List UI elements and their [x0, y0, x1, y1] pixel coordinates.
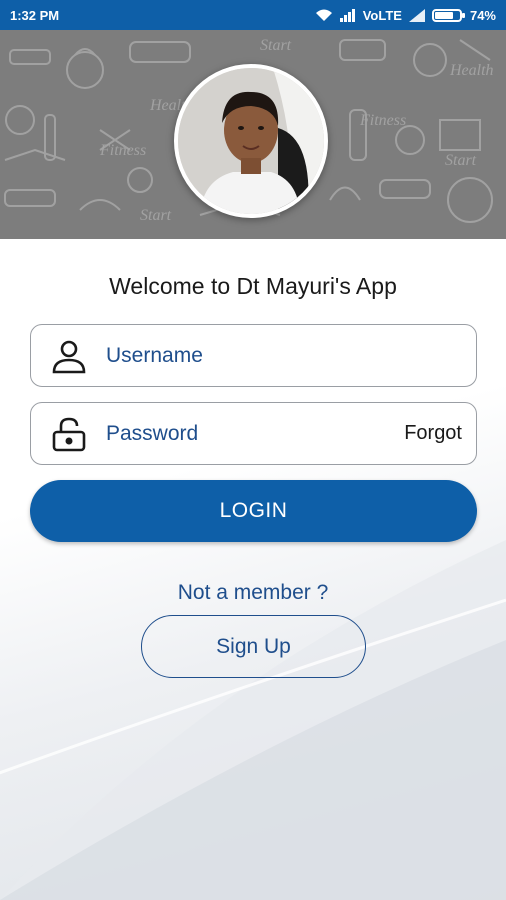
not-member-text: Not a member ? — [177, 581, 329, 604]
status-time: 1:32 PM — [10, 7, 60, 23]
password-input[interactable] — [106, 403, 405, 464]
username-input[interactable] — [106, 325, 476, 386]
svg-text:Health: Health — [449, 62, 494, 79]
sign-up-button[interactable]: Sign Up — [141, 615, 366, 678]
svg-text:Fitness: Fitness — [99, 142, 146, 159]
svg-text:Start: Start — [445, 152, 477, 169]
forgot-password-link[interactable]: Forgot — [404, 422, 476, 445]
header-banner: Fitness Start Fitness Start Health Healt… — [0, 30, 506, 239]
status-bar: 1:32 PM VoLTE 74% — [0, 0, 506, 30]
lock-icon — [31, 416, 106, 452]
background-swoosh — [0, 540, 506, 900]
password-field[interactable]: Forgot — [30, 402, 477, 465]
battery-icon — [431, 8, 465, 22]
login-button[interactable]: LOGIN — [30, 480, 477, 542]
profile-photo — [174, 64, 328, 218]
signal-icon — [408, 8, 426, 22]
status-icons: VoLTE 74% — [315, 8, 496, 23]
svg-text:Start: Start — [140, 207, 172, 224]
welcome-title: Welcome to Dt Mayuri's App — [109, 273, 397, 299]
svg-text:Start: Start — [260, 37, 292, 54]
wifi-icon — [315, 8, 333, 22]
username-field[interactable] — [30, 324, 477, 387]
signal-icon — [339, 8, 357, 22]
svg-text:Fitness: Fitness — [359, 112, 406, 129]
network-type: VoLTE — [362, 7, 402, 23]
battery-percent: 74% — [469, 7, 496, 23]
user-icon — [31, 338, 106, 374]
